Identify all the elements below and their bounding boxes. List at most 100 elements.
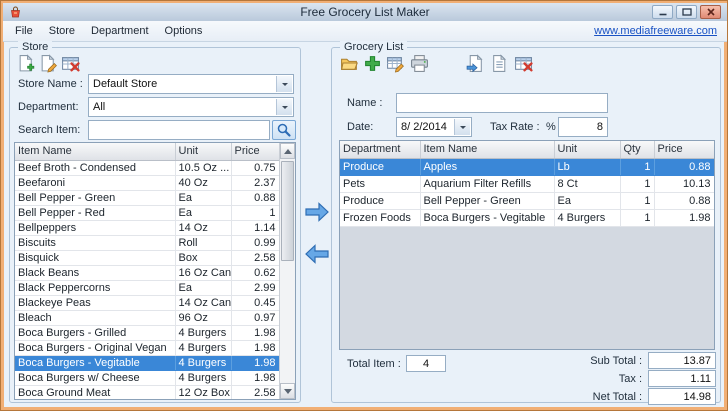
date-dropdown-button[interactable]	[454, 119, 470, 135]
table-row[interactable]: PetsAquarium Filter Refills8 Ct110.13	[340, 175, 714, 192]
table-row[interactable]: Boca Burgers - Vegitable4 Burgers1.98	[15, 355, 279, 370]
store-name-dropdown-button[interactable]	[276, 76, 292, 92]
table-cell[interactable]: 0.97	[231, 310, 279, 325]
table-row[interactable]: Bell Pepper - GreenEa0.88	[15, 190, 279, 205]
column-header[interactable]: Department	[340, 141, 420, 158]
table-cell[interactable]: 14 Oz Can	[175, 295, 231, 310]
store-name-combobox[interactable]: Default Store	[88, 74, 294, 94]
table-cell[interactable]: 12 Oz Box	[175, 385, 231, 400]
search-button[interactable]	[272, 120, 296, 140]
net-total-value[interactable]	[648, 388, 716, 405]
table-row[interactable]: Black Beans16 Oz Can0.62	[15, 265, 279, 280]
table-row[interactable]: ProduceBell Pepper - GreenEa10.88	[340, 192, 714, 209]
tax-value[interactable]	[648, 370, 716, 387]
table-cell[interactable]: 2.99	[231, 280, 279, 295]
export-list-button[interactable]	[464, 52, 486, 74]
table-row[interactable]: BisquickBox2.58	[15, 250, 279, 265]
minimize-button[interactable]	[652, 5, 673, 19]
table-cell[interactable]: 1.98	[654, 209, 714, 226]
scroll-down-button[interactable]	[280, 383, 295, 399]
table-cell[interactable]: Frozen Foods	[340, 209, 420, 226]
table-row[interactable]: Blackeye Peas14 Oz Can0.45	[15, 295, 279, 310]
table-cell[interactable]: Bellpeppers	[15, 220, 175, 235]
view-report-button[interactable]	[488, 52, 510, 74]
table-cell[interactable]: Boca Burgers - Original Vegan	[15, 340, 175, 355]
grocery-list-table[interactable]: DepartmentItem NameUnitQtyPriceProduceAp…	[340, 141, 715, 227]
menu-store[interactable]: Store	[41, 23, 83, 39]
table-cell[interactable]: 4 Burgers	[175, 355, 231, 370]
table-cell[interactable]: 1.14	[231, 220, 279, 235]
column-header[interactable]: Price	[231, 143, 279, 160]
table-row[interactable]: ProduceApplesLb10.88	[340, 158, 714, 175]
tax-rate-input[interactable]	[558, 117, 608, 137]
table-cell[interactable]: 0.75	[231, 160, 279, 175]
menu-file[interactable]: File	[7, 23, 41, 39]
table-cell[interactable]: Biscuits	[15, 235, 175, 250]
table-row[interactable]: Bleach96 Oz0.97	[15, 310, 279, 325]
table-cell[interactable]: Lb	[554, 158, 620, 175]
table-cell[interactable]: 4 Burgers	[175, 340, 231, 355]
table-cell[interactable]: 1	[620, 158, 654, 175]
column-header[interactable]: Item Name	[15, 143, 175, 160]
table-cell[interactable]: Produce	[340, 158, 420, 175]
delete-store-button[interactable]	[59, 52, 81, 74]
sub-total-value[interactable]	[648, 352, 716, 369]
table-cell[interactable]: Black Peppercorns	[15, 280, 175, 295]
table-cell[interactable]: 10.13	[654, 175, 714, 192]
table-cell[interactable]: 0.88	[654, 158, 714, 175]
table-cell[interactable]: 1	[620, 209, 654, 226]
column-header[interactable]: Unit	[175, 143, 231, 160]
table-row[interactable]: Boca Burgers - Original Vegan4 Burgers1.…	[15, 340, 279, 355]
table-cell[interactable]: Bell Pepper - Red	[15, 205, 175, 220]
table-cell[interactable]: Apples	[420, 158, 554, 175]
table-cell[interactable]: 14 Oz	[175, 220, 231, 235]
table-cell[interactable]: 1.98	[231, 355, 279, 370]
scrollbar-thumb[interactable]	[281, 161, 294, 261]
table-cell[interactable]: 16 Oz Can	[175, 265, 231, 280]
table-row[interactable]: Boca Burgers - Grilled4 Burgers1.98	[15, 325, 279, 340]
table-cell[interactable]: Boca Burgers - Vegitable	[420, 209, 554, 226]
table-cell[interactable]: 8 Ct	[554, 175, 620, 192]
table-cell[interactable]: Aquarium Filter Refills	[420, 175, 554, 192]
table-cell[interactable]: 1	[620, 192, 654, 209]
table-row[interactable]: Boca Burgers w/ Cheese4 Burgers1.98	[15, 370, 279, 385]
column-header[interactable]: Item Name	[420, 141, 554, 158]
table-cell[interactable]: 2.58	[231, 250, 279, 265]
table-cell[interactable]: 2.37	[231, 175, 279, 190]
edit-list-button[interactable]	[384, 52, 406, 74]
website-link[interactable]: www.mediafreeware.com	[594, 25, 717, 37]
table-cell[interactable]: Roll	[175, 235, 231, 250]
department-dropdown-button[interactable]	[276, 99, 292, 115]
table-cell[interactable]: 0.88	[231, 190, 279, 205]
open-list-button[interactable]	[338, 52, 360, 74]
scroll-up-button[interactable]	[280, 143, 295, 159]
table-cell[interactable]: Ea	[175, 280, 231, 295]
new-list-button[interactable]	[361, 52, 383, 74]
table-cell[interactable]: Boca Burgers - Grilled	[15, 325, 175, 340]
table-row[interactable]: Boca Ground Meat12 Oz Box2.58	[15, 385, 279, 400]
table-cell[interactable]: 96 Oz	[175, 310, 231, 325]
table-row[interactable]: Black PeppercornsEa2.99	[15, 280, 279, 295]
table-row[interactable]: Bell Pepper - RedEa1	[15, 205, 279, 220]
table-cell[interactable]: 40 Oz	[175, 175, 231, 190]
search-item-input[interactable]	[88, 120, 270, 140]
table-cell[interactable]: 0.62	[231, 265, 279, 280]
table-row[interactable]: Bellpeppers14 Oz1.14	[15, 220, 279, 235]
table-cell[interactable]: Ea	[554, 192, 620, 209]
table-cell[interactable]: Blackeye Peas	[15, 295, 175, 310]
date-picker[interactable]: 8/ 2/2014	[396, 117, 472, 137]
table-cell[interactable]: 1.98	[231, 370, 279, 385]
table-row[interactable]: Beef Broth - Condensed10.5 Oz ...0.75	[15, 160, 279, 175]
title-bar[interactable]: Free Grocery List Maker	[3, 3, 727, 21]
table-cell[interactable]: Beef Broth - Condensed	[15, 160, 175, 175]
table-cell[interactable]: 1	[620, 175, 654, 192]
table-cell[interactable]: Bleach	[15, 310, 175, 325]
print-list-button[interactable]	[408, 52, 430, 74]
new-store-button[interactable]	[15, 52, 37, 74]
table-cell[interactable]: 1.98	[231, 325, 279, 340]
table-cell[interactable]: 4 Burgers	[175, 370, 231, 385]
close-button[interactable]	[700, 5, 721, 19]
table-cell[interactable]: Produce	[340, 192, 420, 209]
table-cell[interactable]: Beefaroni	[15, 175, 175, 190]
table-cell[interactable]: Bisquick	[15, 250, 175, 265]
